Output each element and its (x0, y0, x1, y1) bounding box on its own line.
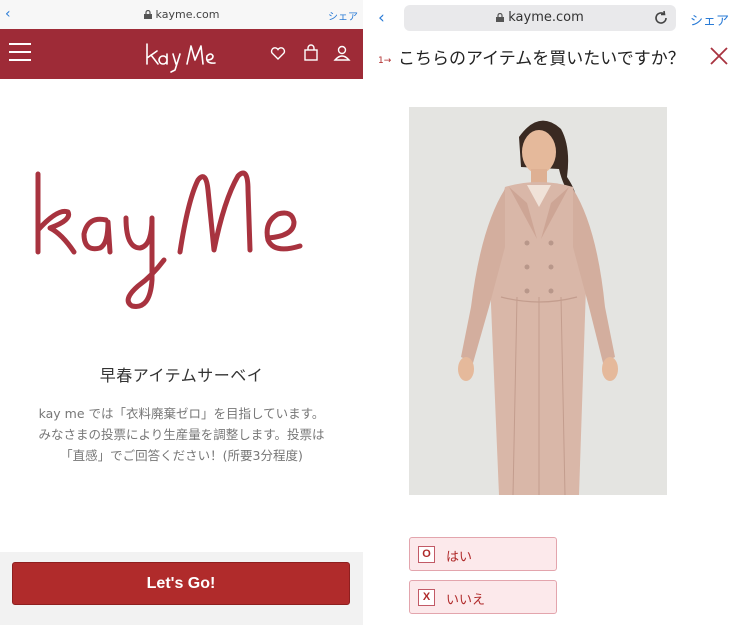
browser-address-bar: ‹ kayme.com シェア (0, 0, 363, 29)
menu-icon[interactable] (9, 43, 31, 61)
account-icon[interactable] (333, 44, 351, 62)
question-text: こちらのアイテムを買いたいですか？ (398, 49, 685, 69)
choice-key: O (418, 546, 435, 563)
url-display[interactable]: kayme.com (404, 5, 676, 31)
trench-coat-illustration (409, 107, 667, 495)
right-screen: ‹ kayme.com シェア 1→ こちらのアイテムを買いたいですか？ O は… (372, 0, 737, 625)
url-text: kayme.com (508, 10, 584, 25)
close-icon[interactable] (708, 45, 730, 67)
url-text: kayme.com (155, 8, 220, 21)
choice-label: いいえ (446, 593, 486, 608)
share-button[interactable]: シェア (690, 10, 729, 29)
kayme-hero-logo (35, 170, 303, 309)
choice-yes-button[interactable]: O はい (409, 537, 557, 571)
survey-desc-line: みなさまの投票により生産量を調整します。投票は (38, 427, 325, 442)
url-display[interactable]: kayme.com (0, 8, 363, 21)
heart-icon[interactable] (269, 44, 287, 62)
choice-no-button[interactable]: X いいえ (409, 580, 557, 614)
browser-address-bar: ‹ kayme.com シェア (372, 0, 737, 37)
reload-icon[interactable] (652, 9, 670, 27)
left-screen: ‹ kayme.com シェア 早春アイテムサーベイ kay me では「衣料廃… (0, 0, 363, 625)
bag-icon[interactable] (302, 44, 320, 62)
survey-desc-line: 「直感」でご回答ください！(所要3分程度) (60, 448, 303, 463)
share-button[interactable]: シェア (328, 8, 358, 23)
choice-key: X (418, 589, 435, 606)
survey-desc-line: kay me では「衣料廃棄ゼロ」を目指しています。 (38, 406, 325, 421)
survey-title: 早春アイテムサーベイ (99, 366, 264, 385)
lets-go-button[interactable]: Let's Go! (12, 562, 350, 605)
lock-icon (496, 13, 505, 22)
question-number: 1→ (378, 56, 392, 66)
site-header (0, 29, 363, 79)
survey-description: kay me では「衣料廃棄ゼロ」を目指しています。 みなさまの投票により生産量… (10, 403, 353, 466)
back-arrow-icon[interactable]: ‹ (378, 8, 385, 28)
kayme-logo[interactable] (143, 34, 223, 74)
choice-label: はい (446, 550, 473, 565)
bottom-action-bar: Let's Go! (0, 552, 363, 625)
product-photo (409, 107, 667, 495)
lock-icon (143, 10, 152, 19)
